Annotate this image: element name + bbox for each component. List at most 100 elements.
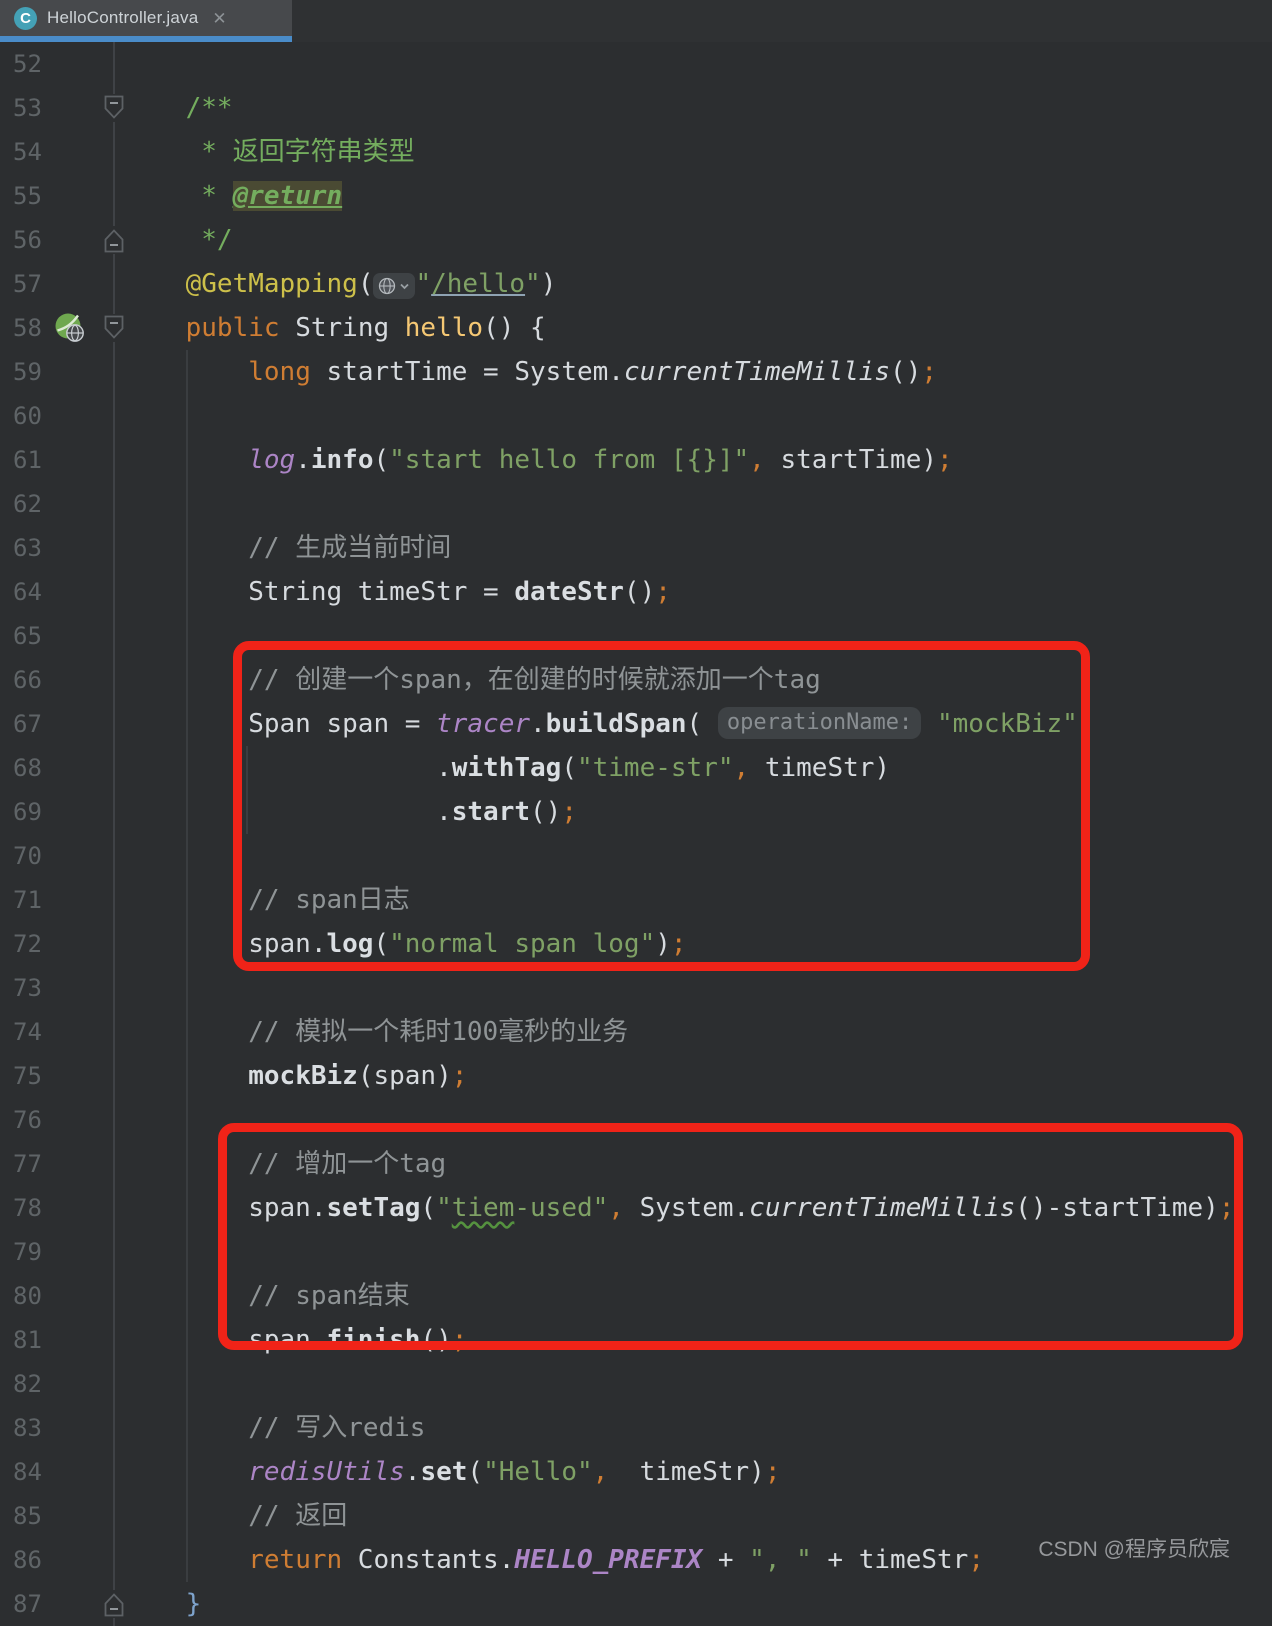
editor-line: 73 [0, 966, 1272, 1010]
line-number[interactable]: 79 [13, 1230, 73, 1274]
line-number[interactable]: 59 [13, 350, 73, 394]
code-text[interactable]: * 返回字符串类型 [123, 130, 415, 174]
line-number[interactable]: 82 [13, 1362, 73, 1406]
editor-line: 60 [0, 394, 1272, 438]
editor-line: 65 [0, 614, 1272, 658]
line-number[interactable]: 68 [13, 746, 73, 790]
code-text[interactable]: log.info("start hello from [{}]", startT… [123, 438, 953, 482]
line-number[interactable]: 84 [13, 1450, 73, 1494]
code-text[interactable]: // span日志 [123, 878, 410, 922]
line-number[interactable]: 55 [13, 174, 73, 218]
line-number[interactable]: 69 [13, 790, 73, 834]
editor-line: 56 */ [0, 218, 1272, 262]
line-number[interactable]: 86 [13, 1538, 73, 1582]
editor-line: 62 [0, 482, 1272, 526]
editor-rows: 5253 /**54 * 返回字符串类型55 * @return56 */57 … [0, 42, 1272, 1626]
chevron-down-icon [398, 280, 411, 293]
line-number[interactable]: 56 [13, 218, 73, 262]
url-link[interactable]: /hello [431, 269, 525, 299]
line-number[interactable]: 83 [13, 1406, 73, 1450]
line-number[interactable]: 71 [13, 878, 73, 922]
code-text[interactable]: mockBiz(span); [123, 1054, 467, 1098]
code-text[interactable]: // span结束 [123, 1274, 410, 1318]
line-number[interactable]: 73 [13, 966, 73, 1010]
code-text[interactable]: // 返回 [123, 1494, 347, 1538]
line-number[interactable]: 76 [13, 1098, 73, 1142]
line-number[interactable]: 85 [13, 1494, 73, 1538]
line-number[interactable]: 74 [13, 1010, 73, 1054]
close-icon[interactable]: ✕ [212, 10, 226, 27]
line-number[interactable]: 53 [13, 86, 73, 130]
editor-line: 61 log.info("start hello from [{}]", sta… [0, 438, 1272, 482]
editor-line: 84 redisUtils.set("Hello", timeStr); [0, 1450, 1272, 1494]
line-number[interactable]: 75 [13, 1054, 73, 1098]
editor-line: 72 span.log("normal span log"); [0, 922, 1272, 966]
code-text[interactable]: // 模拟一个耗时100毫秒的业务 [123, 1010, 628, 1054]
code-text[interactable]: // 生成当前时间 [123, 526, 451, 570]
fold-end-marker-icon[interactable] [101, 1590, 127, 1618]
line-number[interactable]: 64 [13, 570, 73, 614]
editor-line: 64 String timeStr = dateStr(); [0, 570, 1272, 614]
editor-line: 76 [0, 1098, 1272, 1142]
line-number[interactable]: 60 [13, 394, 73, 438]
editor-line: 74 // 模拟一个耗时100毫秒的业务 [0, 1010, 1272, 1054]
spring-request-mapping-icon[interactable] [54, 312, 86, 344]
editor-line: 79 [0, 1230, 1272, 1274]
tab-hellocontroller[interactable]: C HelloController.java ✕ [0, 0, 292, 36]
code-text[interactable]: } [123, 1582, 201, 1626]
editor-line: 87 } [0, 1582, 1272, 1626]
fold-end-marker-icon[interactable] [101, 226, 127, 254]
line-number[interactable]: 61 [13, 438, 73, 482]
code-text[interactable]: */ [123, 218, 233, 262]
code-text[interactable]: // 创建一个span，在创建的时候就添加一个tag [123, 658, 821, 702]
code-text[interactable]: public String hello() { [123, 306, 546, 350]
code-text[interactable]: * @return [123, 174, 342, 218]
line-number[interactable]: 80 [13, 1274, 73, 1318]
code-editor: 5253 /**54 * 返回字符串类型55 * @return56 */57 … [0, 42, 1272, 1626]
editor-line: 67 Span span = tracer.buildSpan( operati… [0, 702, 1272, 746]
line-number[interactable]: 52 [13, 42, 73, 86]
url-mapping-widget[interactable] [373, 273, 415, 299]
code-text[interactable]: return Constants.HELLO_PREFIX + ", " + t… [123, 1538, 984, 1582]
code-text[interactable]: redisUtils.set("Hello", timeStr); [123, 1450, 781, 1494]
active-tab-underline [0, 36, 292, 42]
code-text[interactable]: span.setTag("tiem-used", System.currentT… [123, 1186, 1234, 1230]
code-text[interactable]: .withTag("time-str", timeStr) [123, 746, 890, 790]
editor-line: 53 /** [0, 86, 1272, 130]
code-text[interactable]: span.log("normal span log"); [123, 922, 687, 966]
editor-line: 80 // span结束 [0, 1274, 1272, 1318]
editor-line: 57 @GetMapping("/hello") [0, 262, 1272, 306]
code-text[interactable]: @GetMapping("/hello") [123, 262, 556, 306]
line-number[interactable]: 67 [13, 702, 73, 746]
editor-line: 81 span.finish(); [0, 1318, 1272, 1362]
editor-line: 63 // 生成当前时间 [0, 526, 1272, 570]
tab-title: HelloController.java [47, 8, 198, 28]
line-number[interactable]: 87 [13, 1582, 73, 1626]
editor-line: 85 // 返回 [0, 1494, 1272, 1538]
fold-start-marker-icon[interactable] [101, 314, 127, 342]
line-number[interactable]: 70 [13, 834, 73, 878]
line-number[interactable]: 65 [13, 614, 73, 658]
line-number[interactable]: 77 [13, 1142, 73, 1186]
fold-start-marker-icon[interactable] [101, 94, 127, 122]
line-number[interactable]: 72 [13, 922, 73, 966]
line-number[interactable]: 78 [13, 1186, 73, 1230]
line-number[interactable]: 62 [13, 482, 73, 526]
editor-line: 66 // 创建一个span，在创建的时候就添加一个tag [0, 658, 1272, 702]
line-number[interactable]: 63 [13, 526, 73, 570]
line-number[interactable]: 54 [13, 130, 73, 174]
code-text[interactable]: // 增加一个tag [123, 1142, 446, 1186]
editor-line: 70 [0, 834, 1272, 878]
line-number[interactable]: 81 [13, 1318, 73, 1362]
code-text[interactable]: /** [123, 86, 233, 130]
code-text[interactable]: .start(); [123, 790, 577, 834]
code-text[interactable]: span.finish(); [123, 1318, 467, 1362]
code-text[interactable]: // 写入redis [123, 1406, 425, 1450]
code-text[interactable]: String timeStr = dateStr(); [123, 570, 671, 614]
line-number[interactable]: 57 [13, 262, 73, 306]
line-number[interactable]: 66 [13, 658, 73, 702]
code-text[interactable]: long startTime = System.currentTimeMilli… [123, 350, 937, 394]
editor-line: 82 [0, 1362, 1272, 1406]
editor-line: 78 span.setTag("tiem-used", System.curre… [0, 1186, 1272, 1230]
code-text[interactable]: Span span = tracer.buildSpan( operationN… [123, 702, 1094, 746]
